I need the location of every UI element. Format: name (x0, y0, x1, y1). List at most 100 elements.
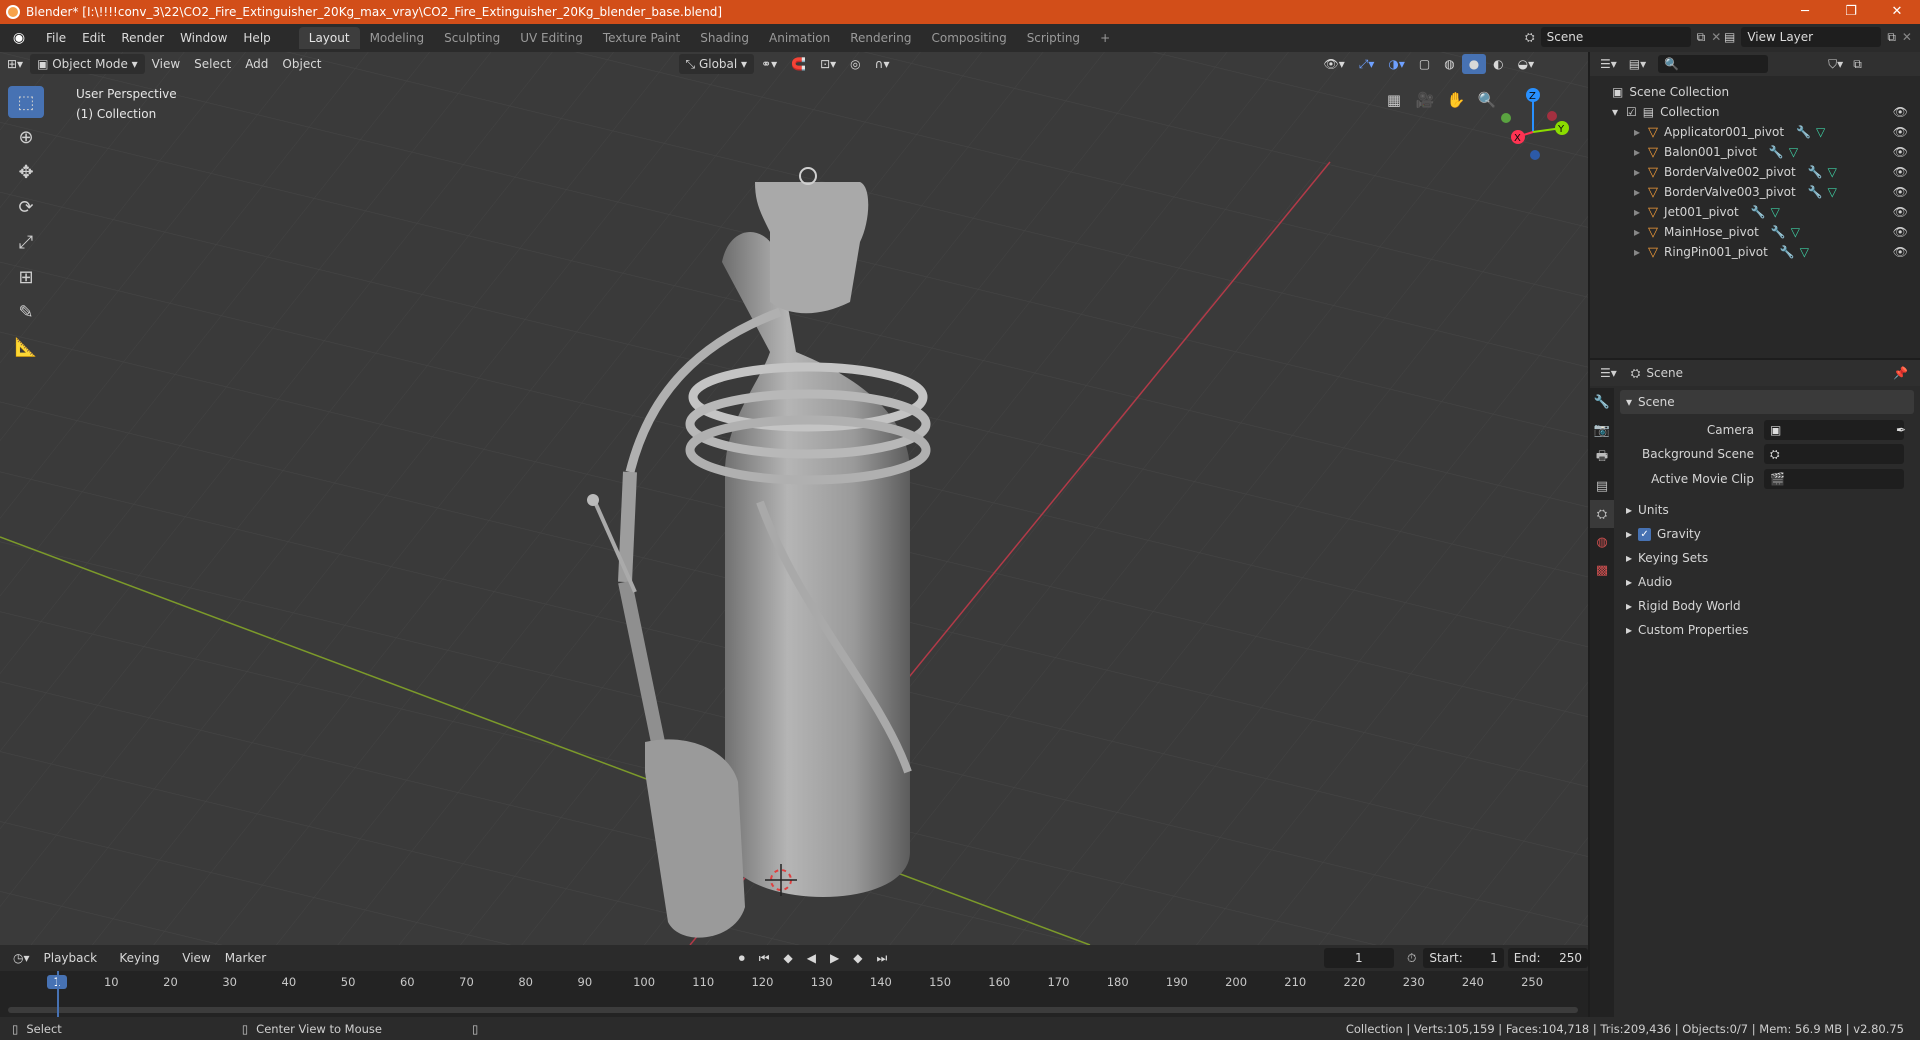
object-mode-dropdown[interactable]: ▣ Object Mode ▾ (30, 54, 145, 74)
timeline-track-area[interactable] (0, 993, 1588, 1017)
output-tab-icon[interactable]: 🖶 (1590, 444, 1614, 472)
move-tool-icon[interactable]: ✥ (8, 156, 44, 188)
snap-target-icon[interactable]: ⊡▾ (813, 54, 843, 74)
playhead-line[interactable] (57, 971, 59, 1017)
eye-icon[interactable]: 👁 (1893, 185, 1908, 199)
view-layer-tab-icon[interactable]: ▤ (1590, 472, 1614, 500)
menu-view[interactable]: View (145, 54, 187, 74)
mesh-data-icon[interactable]: ▽ (1791, 225, 1800, 239)
keying-sets-section[interactable]: ▸ Keying Sets (1620, 546, 1920, 570)
rendered-shading-icon[interactable]: ◒▾ (1511, 54, 1542, 74)
overlays-icon[interactable]: ◑▾ (1381, 54, 1412, 74)
modifier-wrench-icon[interactable]: 🔧 (1769, 145, 1784, 159)
expand-arrow-icon[interactable]: ▸ (1634, 185, 1640, 199)
new-collection-icon[interactable]: ⧉ (1853, 57, 1862, 72)
collection-checkbox[interactable]: ☑ (1626, 105, 1637, 119)
end-frame-field[interactable]: End: 250 (1507, 948, 1588, 968)
tool-tab-icon[interactable]: 🔧 (1590, 388, 1614, 416)
play-reverse-button[interactable]: ◀ (800, 948, 823, 968)
tab-compositing[interactable]: Compositing (921, 27, 1016, 49)
modifier-wrench-icon[interactable]: 🔧 (1808, 185, 1823, 199)
eyedropper-icon[interactable]: ✒ (1896, 423, 1906, 437)
start-frame-field[interactable]: Start: 1 (1423, 948, 1504, 968)
camera-view-icon[interactable]: 🎥 (1411, 86, 1439, 114)
expand-arrow-icon[interactable]: ▸ (1634, 225, 1640, 239)
scene-icon[interactable]: ⛭ (1525, 30, 1535, 45)
measure-tool-icon[interactable]: 📐 (8, 331, 44, 363)
tab-scripting[interactable]: Scripting (1017, 27, 1090, 49)
close-button[interactable]: ✕ (1874, 0, 1920, 24)
xray-icon[interactable]: ▢ (1412, 54, 1437, 74)
outliner-item-bordervalve003[interactable]: ▸ ▽ BorderValve003_pivot 🔧 ▽ 👁 (1590, 182, 1920, 202)
modifier-wrench-icon[interactable]: 🔧 (1751, 205, 1766, 219)
tab-sculpting[interactable]: Sculpting (434, 27, 510, 49)
timeline-editor-type-icon[interactable]: ◷▾ (6, 948, 37, 968)
menu-add[interactable]: Add (238, 54, 275, 74)
mesh-data-icon[interactable]: ▽ (1816, 125, 1825, 139)
visibility-icon[interactable]: 👁▾ (1316, 54, 1351, 74)
outliner-item-jet001[interactable]: ▸ ▽ Jet001_pivot 🔧 ▽ 👁 (1590, 202, 1920, 222)
scale-tool-icon[interactable]: ⤢ (8, 226, 44, 258)
tab-texture-paint[interactable]: Texture Paint (593, 27, 690, 49)
current-frame-field[interactable]: 1 (1323, 948, 1395, 968)
eye-icon[interactable]: 👁 (1893, 105, 1908, 119)
world-tab-icon[interactable]: ◍ (1590, 528, 1614, 556)
delete-view-layer-icon[interactable]: ✕ (1902, 30, 1912, 44)
mesh-data-icon[interactable]: ▽ (1771, 205, 1780, 219)
camera-field[interactable]: ▣ ✒ (1764, 420, 1906, 440)
falloff-icon[interactable]: ∩▾ (868, 54, 897, 74)
scene-collection-row[interactable]: ▣ Scene Collection (1590, 82, 1920, 102)
jump-start-button[interactable]: ⏮ (752, 948, 777, 968)
filter-icon[interactable]: ⛉▾ (1828, 57, 1843, 72)
preview-range-icon[interactable]: ⏱ (1400, 948, 1423, 968)
prev-keyframe-button[interactable]: ◆ (777, 948, 800, 968)
blender-menu-icon[interactable]: ◉ (10, 29, 28, 47)
wireframe-shading-icon[interactable]: ◍ (1437, 54, 1461, 74)
record-button[interactable]: ⏺ (732, 948, 752, 968)
texture-tab-icon[interactable]: ▩ (1590, 556, 1614, 584)
new-scene-icon[interactable]: ⧉ (1697, 30, 1706, 45)
3d-viewport[interactable]: Z Y X (0, 52, 1588, 945)
mesh-data-icon[interactable]: ▽ (1789, 145, 1798, 159)
outliner-editor-type-icon[interactable]: ☰▾ (1600, 57, 1617, 71)
eye-icon[interactable]: 👁 (1893, 205, 1908, 219)
render-tab-icon[interactable]: 📷 (1590, 416, 1614, 444)
mesh-data-icon[interactable]: ▽ (1828, 185, 1837, 199)
expand-arrow-icon[interactable]: ▸ (1634, 125, 1640, 139)
next-keyframe-button[interactable]: ◆ (846, 948, 869, 968)
view-layer-icon[interactable]: ▤ (1724, 30, 1735, 44)
frame-ruler[interactable]: 1102030405060708090100110120130140150160… (0, 971, 1588, 993)
outliner-item-applicator001[interactable]: ▸ ▽ Applicator001_pivot 🔧 ▽ 👁 (1590, 122, 1920, 142)
modifier-wrench-icon[interactable]: 🔧 (1771, 225, 1786, 239)
scene-name-field[interactable]: Scene (1540, 27, 1691, 47)
jump-end-button[interactable]: ⏭ (869, 948, 894, 968)
mesh-data-icon[interactable]: ▽ (1800, 245, 1809, 259)
grid-view-icon[interactable]: ▦ (1380, 86, 1408, 114)
timeline-view-menu[interactable]: View (175, 948, 217, 968)
minimize-button[interactable]: ─ (1782, 0, 1828, 24)
add-workspace-button[interactable]: + (1090, 27, 1120, 49)
playback-menu[interactable]: Playback ▾ (37, 948, 113, 985)
tab-modeling[interactable]: Modeling (360, 27, 435, 49)
menu-window[interactable]: Window (172, 24, 235, 52)
display-mode-icon[interactable]: ▤▾ (1629, 57, 1646, 71)
keying-menu[interactable]: Keying ▾ (112, 948, 175, 985)
delete-scene-icon[interactable]: ✕ (1711, 30, 1721, 44)
view-layer-field[interactable]: View Layer (1741, 27, 1882, 47)
collection-row[interactable]: ▾ ☑ ▤ Collection 👁 (1590, 102, 1920, 122)
zoom-icon[interactable]: 🔍 (1473, 86, 1501, 114)
scene-tab-icon[interactable]: ⛭ (1590, 500, 1614, 528)
play-button[interactable]: ▶ (823, 948, 846, 968)
new-view-layer-icon[interactable]: ⧉ (1887, 30, 1896, 45)
eye-icon[interactable]: 👁 (1893, 225, 1908, 239)
expand-arrow-icon[interactable]: ▾ (1612, 105, 1618, 119)
eye-icon[interactable]: 👁 (1893, 165, 1908, 179)
transform-tool-icon[interactable]: ⊞ (8, 261, 44, 293)
properties-editor-type-icon[interactable]: ☰▾ (1600, 366, 1617, 380)
cursor-tool-icon[interactable]: ⊕ (8, 121, 44, 153)
tab-uv-editing[interactable]: UV Editing (510, 27, 593, 49)
tab-animation[interactable]: Animation (759, 27, 840, 49)
outliner-search-input[interactable]: 🔍 (1658, 55, 1769, 73)
annotate-tool-icon[interactable]: ✎ (8, 296, 44, 328)
modifier-wrench-icon[interactable]: 🔧 (1796, 125, 1811, 139)
